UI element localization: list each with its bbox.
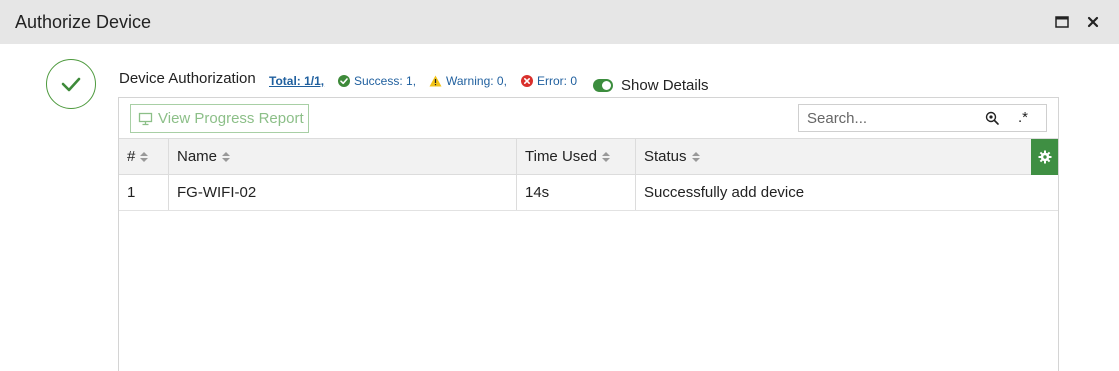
error-icon (521, 75, 533, 87)
report-button-label: View Progress Report (158, 110, 304, 127)
results-panel: View Progress Report .* # Name Time Used… (118, 97, 1059, 371)
maximize-icon[interactable] (1053, 13, 1071, 31)
results-table: # Name Time Used Status 1 FG-WIFI-02 14s… (119, 138, 1058, 211)
column-settings-button[interactable] (1031, 139, 1058, 175)
window-title: Authorize Device (15, 12, 152, 32)
row-index: 1 (119, 175, 169, 210)
total-link[interactable]: Total: 1/1, (269, 74, 324, 88)
title-bar: Authorize Device (0, 0, 1119, 44)
error-count[interactable]: Error: 0 (521, 74, 577, 88)
search-box: .* (798, 104, 1047, 132)
warning-count[interactable]: Warning: 0, (429, 74, 507, 88)
toggle-switch[interactable] (593, 79, 613, 92)
summary-heading: Device Authorization (119, 70, 256, 87)
show-details-toggle[interactable]: Show Details (593, 77, 709, 94)
row-device-name: FG-WIFI-02 (169, 175, 517, 210)
success-text: Success: 1, (354, 74, 417, 88)
view-progress-report-button[interactable]: View Progress Report (130, 104, 309, 133)
sort-icon[interactable] (140, 151, 149, 162)
column-label: Status (644, 148, 687, 165)
error-text: Error: 0 (537, 74, 578, 88)
row-time-used: 14s (517, 175, 636, 210)
column-label: Time Used (525, 148, 597, 165)
warning-text: Warning: 0, (446, 74, 507, 88)
show-details-label: Show Details (621, 77, 709, 94)
column-label: # (127, 148, 136, 165)
row-status: Successfully add device (644, 184, 805, 201)
search-input[interactable] (799, 105, 974, 131)
column-header-index[interactable]: # (119, 139, 169, 174)
regex-toggle-icon[interactable]: .* (1018, 109, 1028, 126)
success-count[interactable]: Success: 1, (338, 74, 416, 88)
column-header-name[interactable]: Name (169, 139, 517, 174)
sort-icon[interactable] (691, 151, 700, 162)
column-header-time-used[interactable]: Time Used (517, 139, 636, 174)
success-icon (338, 75, 350, 87)
column-header-status[interactable]: Status (636, 139, 1031, 174)
table-row[interactable]: 1 FG-WIFI-02 14s Successfully add device (119, 175, 1058, 211)
success-check-icon (46, 59, 96, 109)
sort-icon[interactable] (601, 151, 610, 162)
sort-icon[interactable] (222, 151, 231, 162)
close-icon[interactable] (1084, 13, 1102, 31)
monitor-icon (138, 112, 153, 125)
toggle-knob (602, 81, 611, 90)
search-icon[interactable] (985, 111, 1000, 131)
warning-icon (429, 75, 442, 87)
table-header: # Name Time Used Status (119, 138, 1058, 175)
column-label: Name (177, 148, 218, 165)
gear-icon (1038, 150, 1051, 164)
